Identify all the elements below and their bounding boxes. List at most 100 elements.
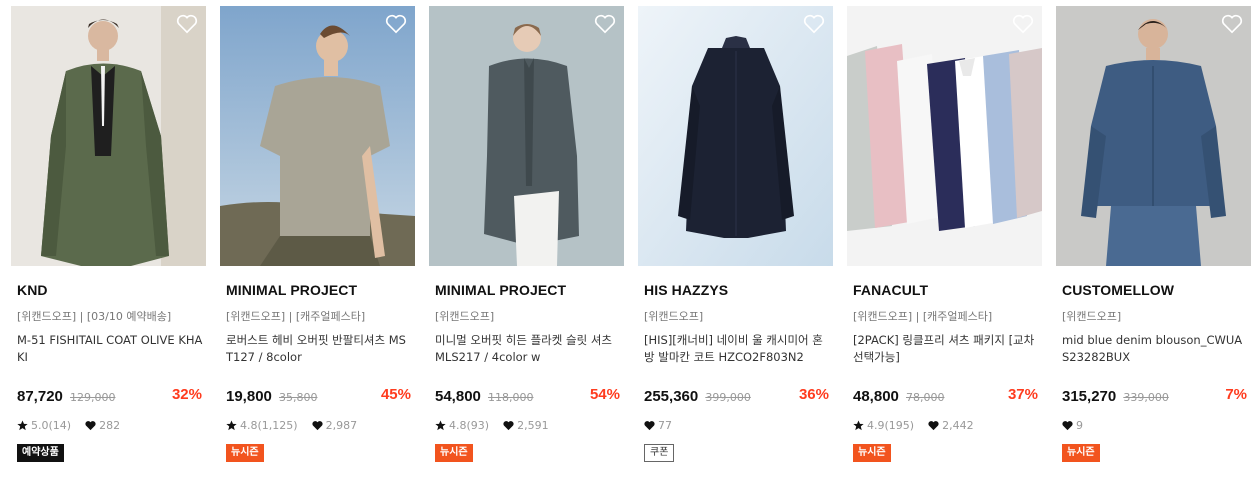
product-badge: 뉴시즌 — [435, 444, 473, 462]
likes-count: 282 — [99, 418, 121, 432]
price-row: 315,270 339,000 7% — [1062, 386, 1251, 406]
product-tags: [위캔드오프] | [캐주얼페스타] — [226, 310, 366, 323]
wishlist-heart-icon[interactable] — [1221, 14, 1243, 34]
rating-group: 4.8(1,125) — [226, 419, 298, 432]
product-tags: [위캔드오프] — [435, 310, 495, 323]
sale-price: 54,800 — [435, 388, 481, 405]
discount-rate: 54% — [589, 386, 620, 403]
product-card[interactable]: MINIMAL PROJECT [위캔드오프] | [캐주얼페스타] 로버스트 … — [220, 6, 415, 462]
product-badge: 뉴시즌 — [1062, 444, 1100, 462]
heart-icon — [644, 420, 655, 430]
sale-price: 19,800 — [226, 388, 272, 405]
price-row: 255,360 399,000 36% — [644, 386, 833, 406]
rating-group: 5.0(14) — [17, 419, 71, 432]
product-meta: 9 — [1062, 418, 1251, 432]
product-card[interactable]: MINIMAL PROJECT [위캔드오프] 미니멀 오버핏 히든 플라켓 슬… — [429, 6, 624, 462]
product-card[interactable]: CUSTOMELLOW [위캔드오프] mid blue denim blous… — [1056, 6, 1251, 462]
price-row: 19,800 35,800 45% — [226, 386, 415, 406]
product-photo — [429, 6, 624, 266]
product-badge: 쿠폰 — [644, 444, 675, 462]
product-badge: 예약상품 — [17, 444, 64, 462]
price-row: 54,800 118,000 54% — [435, 386, 624, 406]
discount-rate: 7% — [1225, 386, 1247, 403]
original-price: 339,000 — [1123, 391, 1169, 404]
product-image[interactable] — [1056, 6, 1251, 266]
likes-group: 282 — [85, 419, 120, 432]
product-brand[interactable]: FANACULT — [853, 282, 1042, 298]
wishlist-heart-icon[interactable] — [176, 14, 198, 34]
likes-count: 2,987 — [325, 418, 358, 432]
product-photo — [638, 6, 833, 266]
price-row: 48,800 78,000 37% — [853, 386, 1042, 406]
product-name[interactable]: [2PACK] 링클프리 셔츠 패키지 [교차선택가능] — [853, 332, 1039, 366]
original-price: 399,000 — [705, 391, 751, 404]
likes-count: 2,591 — [517, 418, 549, 432]
product-grid: KND [위캔드오프] | [03/10 예약배송] M-51 FISHITAI… — [0, 0, 1259, 478]
product-photo — [11, 6, 206, 266]
product-badge: 뉴시즌 — [226, 444, 264, 462]
sale-price: 87,720 — [17, 388, 63, 405]
product-name[interactable]: mid blue denim blouson_CWUAS23282BUX — [1062, 332, 1248, 366]
sale-price: 255,360 — [644, 388, 699, 405]
product-brand[interactable]: MINIMAL PROJECT — [226, 282, 415, 298]
likes-group: 2,442 — [928, 419, 974, 432]
product-brand[interactable]: MINIMAL PROJECT — [435, 282, 624, 298]
original-price: 35,800 — [278, 391, 318, 404]
product-meta: 4.9(195) 2,442 — [853, 418, 1042, 432]
likes-count: 2,442 — [942, 418, 974, 432]
product-meta: 4.8(93) 2,591 — [435, 418, 624, 432]
heart-icon — [85, 420, 96, 430]
rating-group: 4.8(93) — [435, 419, 489, 432]
likes-group: 77 — [644, 419, 672, 432]
heart-icon — [503, 420, 514, 430]
likes-group: 2,591 — [503, 419, 549, 432]
product-image[interactable] — [429, 6, 624, 266]
product-meta: 77 — [644, 418, 833, 432]
original-price: 129,000 — [69, 391, 116, 404]
product-name[interactable]: [HIS][캐너비] 네이비 울 캐시미어 혼방 발마칸 코트 HZCO2F80… — [644, 332, 830, 366]
heart-icon — [1062, 420, 1073, 430]
original-price: 78,000 — [905, 391, 945, 404]
product-brand[interactable]: KND — [17, 282, 206, 298]
wishlist-heart-icon[interactable] — [594, 14, 616, 34]
product-tags: [위캔드오프] — [1062, 310, 1122, 323]
product-name[interactable]: 미니멀 오버핏 히든 플라켓 슬릿 셔츠 MLS217 / 4color w — [435, 332, 621, 366]
likes-count: 9 — [1076, 418, 1083, 432]
wishlist-heart-icon[interactable] — [1012, 14, 1034, 34]
product-name[interactable]: 로버스트 헤비 오버핏 반팔티셔츠 MST127 / 8color — [226, 332, 412, 366]
product-image[interactable] — [847, 6, 1042, 266]
product-card[interactable]: HIS HAZZYS [위캔드오프] [HIS][캐너비] 네이비 울 캐시미어… — [638, 6, 833, 462]
price-row: 87,720 129,000 32% — [17, 386, 206, 406]
sale-price: 48,800 — [853, 388, 899, 405]
rating-text: 4.9(195) — [867, 418, 915, 432]
discount-rate: 37% — [1007, 386, 1038, 403]
product-tags: [위캔드오프] — [644, 310, 704, 323]
product-card[interactable]: KND [위캔드오프] | [03/10 예약배송] M-51 FISHITAI… — [11, 6, 206, 462]
product-photo — [847, 6, 1042, 266]
product-image[interactable] — [638, 6, 833, 266]
product-name[interactable]: M-51 FISHITAIL COAT OLIVE KHAKI — [17, 332, 203, 366]
product-photo — [1056, 6, 1251, 266]
product-card[interactable]: FANACULT [위캔드오프] | [캐주얼페스타] [2PACK] 링클프리… — [847, 6, 1042, 462]
discount-rate: 32% — [171, 386, 202, 403]
likes-count: 77 — [658, 418, 672, 432]
product-brand[interactable]: CUSTOMELLOW — [1062, 282, 1251, 298]
wishlist-heart-icon[interactable] — [385, 14, 407, 34]
product-tags: [위캔드오프] | [캐주얼페스타] — [853, 310, 993, 323]
star-icon — [853, 419, 864, 430]
product-badge: 뉴시즌 — [853, 444, 891, 462]
likes-group: 2,987 — [311, 418, 358, 432]
discount-rate: 36% — [798, 386, 829, 403]
product-brand[interactable]: HIS HAZZYS — [644, 282, 833, 298]
star-icon — [226, 419, 237, 430]
wishlist-heart-icon[interactable] — [803, 14, 825, 34]
product-tags: [위캔드오프] | [03/10 예약배송] — [17, 310, 172, 323]
rating-text: 5.0(14) — [31, 418, 72, 432]
rating-text: 4.8(1,125) — [240, 418, 298, 432]
product-meta: 5.0(14) 282 — [17, 418, 206, 432]
likes-group: 9 — [1062, 419, 1083, 432]
product-image[interactable] — [11, 6, 206, 266]
heart-icon — [928, 420, 939, 430]
product-image[interactable] — [220, 6, 415, 266]
rating-group: 4.9(195) — [853, 419, 914, 432]
